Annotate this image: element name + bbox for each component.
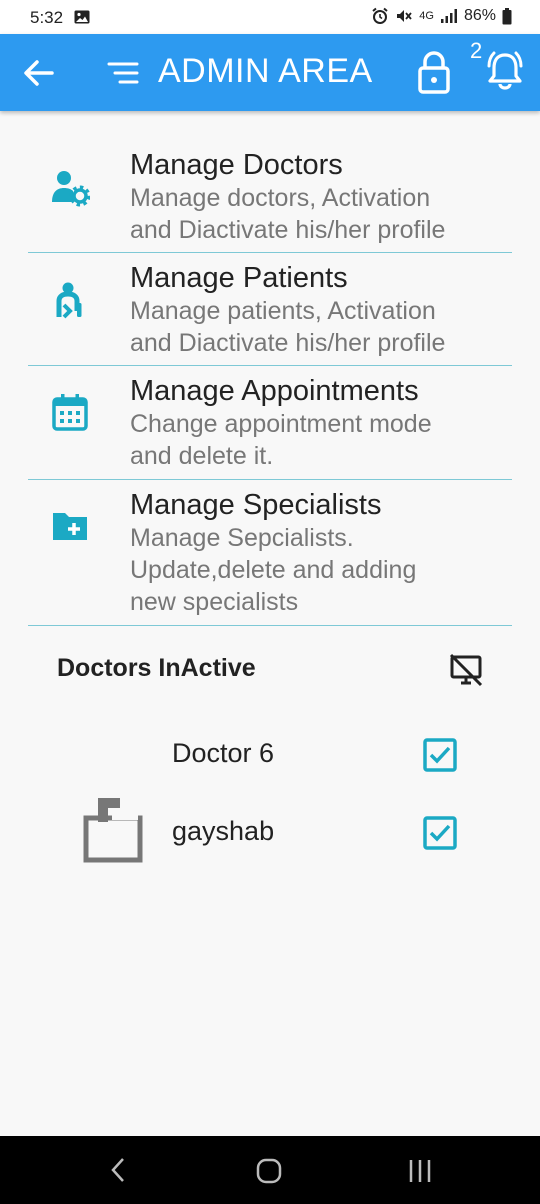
inactive-doctor-row[interactable]: Doctor 6 <box>0 720 540 790</box>
menu-item-description: and delete it. <box>130 442 274 470</box>
menu-item-description: new specialists <box>130 588 299 616</box>
menu-item-description: Manage Sepcialists. <box>130 524 354 552</box>
menu-item-title: Manage Patients <box>130 262 348 294</box>
menu-item-manage-patients[interactable]: Manage Patients Manage patients, Activat… <box>28 253 512 366</box>
menu-item-title: Manage Appointments <box>130 375 419 407</box>
folder-add-icon <box>53 513 87 540</box>
status-icons: 4G 86% <box>371 7 512 25</box>
doctor-name: gayshab <box>172 816 275 846</box>
inactive-doctor-row[interactable]: gayshab <box>0 798 540 868</box>
menu-item-title: Manage Doctors <box>130 149 343 181</box>
menu-item-manage-specialists[interactable]: Manage Specialists Manage Sepcialists. U… <box>28 480 512 626</box>
status-bar: 5:32 4G 86% <box>0 0 540 34</box>
network-type: 4G <box>419 9 434 22</box>
monitor-off-icon[interactable] <box>448 652 484 688</box>
lock-icon[interactable] <box>414 50 454 94</box>
menu-item-manage-doctors[interactable]: Manage Doctors Manage doctors, Activatio… <box>28 140 512 253</box>
menu-item-description: Change appointment mode <box>130 410 432 438</box>
menu-item-description: and Diactivate his/her profile <box>130 329 446 357</box>
menu-item-manage-appointments[interactable]: Manage Appointments Change appointment m… <box>28 366 512 480</box>
status-time: 5:32 <box>30 8 64 27</box>
patient-icon <box>56 282 82 319</box>
signal-icon <box>440 9 457 23</box>
nav-back-icon[interactable] <box>108 1156 128 1184</box>
nav-recents-icon[interactable] <box>406 1158 434 1184</box>
page-title: ADMIN AREA <box>158 52 373 90</box>
menu-icon[interactable] <box>106 58 140 88</box>
menu-item-description: and Diactivate his/her profile <box>130 216 446 244</box>
avatar-placeholder-icon <box>83 798 143 863</box>
alarm-icon <box>372 7 388 24</box>
checkbox-checked-icon[interactable] <box>423 738 457 772</box>
system-nav-bar <box>0 1136 540 1204</box>
calendar-icon <box>52 394 88 431</box>
bell-icon[interactable] <box>484 50 526 90</box>
admin-menu-list: Manage Doctors Manage doctors, Activatio… <box>28 140 512 626</box>
checkbox-checked-icon[interactable] <box>423 816 457 850</box>
menu-item-description: Manage patients, Activation <box>130 297 436 325</box>
notification-badge: 2 <box>470 38 483 63</box>
app-bar: ADMIN AREA 2 <box>0 34 540 111</box>
nav-home-icon[interactable] <box>256 1158 282 1184</box>
battery-icon <box>502 7 512 24</box>
back-arrow-icon[interactable] <box>22 56 56 90</box>
battery-percent: 86% <box>463 7 496 24</box>
doctor-settings-icon <box>52 171 90 207</box>
menu-item-description: Manage doctors, Activation <box>130 184 431 212</box>
inactive-doctors-title: Doctors InActive <box>57 654 256 682</box>
mute-icon <box>397 10 412 22</box>
menu-item-title: Manage Specialists <box>130 489 382 521</box>
doctor-name: Doctor 6 <box>172 738 275 768</box>
menu-item-description: Update,delete and adding <box>130 556 417 584</box>
gallery-notification-icon <box>74 10 90 24</box>
